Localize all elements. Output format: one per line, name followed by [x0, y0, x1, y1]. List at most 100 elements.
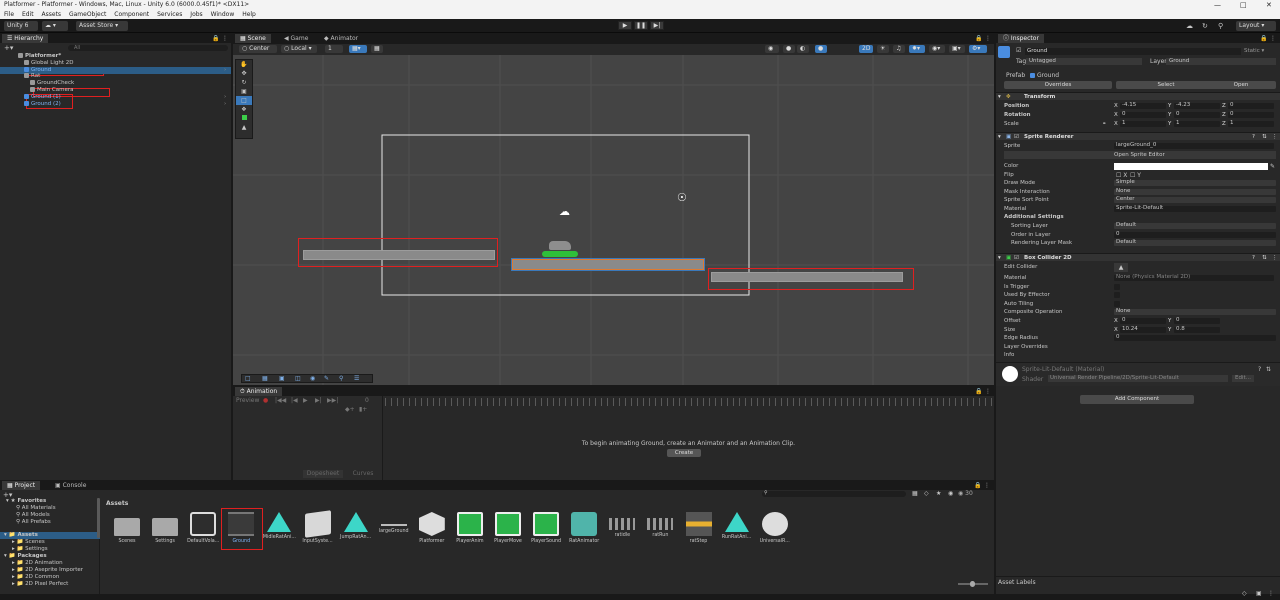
material-field[interactable]: Sprite-Lit-Default — [1114, 205, 1276, 212]
filter-star-icon[interactable]: ★ — [936, 490, 941, 497]
eraser-overlay-icon[interactable]: ◫ — [295, 375, 301, 383]
menu-help[interactable]: Help — [242, 11, 256, 18]
gizmos-icon[interactable]: ⚙▾ — [969, 45, 987, 53]
move-tool-icon[interactable]: ✥ — [236, 69, 252, 78]
asset-item[interactable]: Ground — [224, 512, 258, 544]
tab-scene[interactable]: ▦ Scene — [235, 34, 271, 43]
assets-folder-item[interactable]: ▾ 📁 Assets — [0, 532, 100, 539]
tab-project[interactable]: ▦ Project — [2, 481, 41, 490]
active-checkbox[interactable]: ☑ — [1016, 47, 1021, 54]
preview-label[interactable]: Preview — [236, 397, 259, 404]
filter-label-icon[interactable]: ◇ — [924, 490, 929, 497]
folder-settings[interactable]: ▸ 📁 Settings — [12, 546, 48, 553]
shaded-mode-icon[interactable]: ● — [815, 45, 827, 53]
project-breadcrumb[interactable]: Assets — [106, 500, 128, 507]
layout-dropdown[interactable]: Layout ▾ — [1236, 21, 1276, 31]
prefab-field[interactable]: Ground — [1030, 72, 1059, 79]
layer-overlay-icon[interactable]: ☰ — [354, 375, 359, 383]
minimize-icon[interactable]: — — [1214, 0, 1221, 10]
favorite-all-prefabs[interactable]: ⚲ All Prefabs — [16, 519, 51, 526]
tab-animator[interactable]: ◆ Animator — [319, 34, 363, 43]
add-component-button[interactable]: Add Component — [1080, 395, 1194, 404]
menu-jobs[interactable]: Jobs — [190, 11, 202, 18]
asset-item[interactable]: InputSyste... — [301, 510, 335, 544]
add-keyframe-icon[interactable]: ◆+ — [345, 406, 355, 413]
position-z-field[interactable]: 0 — [1228, 102, 1274, 109]
hand-tool-icon[interactable]: ✋ — [236, 60, 252, 69]
edit-shader-button[interactable]: Edit... — [1232, 375, 1254, 382]
2d-toggle[interactable]: 2D — [859, 45, 873, 53]
visibility-icon[interactable]: ◉▾ — [929, 45, 945, 53]
ground-check-gizmo[interactable] — [542, 251, 578, 257]
size-y-field[interactable]: 0.8 — [1174, 326, 1220, 333]
frame-field[interactable]: 0 — [365, 397, 369, 404]
audio-icon[interactable]: ♫ — [893, 45, 905, 53]
light-gizmo-icon[interactable]: ☁ — [559, 206, 573, 217]
asset-item[interactable]: PlayerAnim — [453, 512, 487, 544]
color-swatch[interactable] — [1114, 163, 1268, 170]
collider-edit-icon[interactable]: ▲ — [236, 123, 252, 132]
asset-item[interactable]: RatAnimator — [567, 512, 601, 544]
size-x-field[interactable]: 10.24 — [1120, 326, 1166, 333]
editor-tool-icon[interactable] — [236, 114, 252, 123]
menu-window[interactable]: Window — [211, 11, 235, 18]
asset-item[interactable]: Settings — [148, 512, 182, 544]
object-name-field[interactable]: Ground — [1025, 48, 1241, 55]
menu-component[interactable]: Component — [114, 11, 149, 18]
overrides-dropdown[interactable]: Overrides — [1004, 81, 1112, 89]
picker-overlay-icon[interactable]: ✎ — [324, 375, 329, 383]
tag-dropdown[interactable]: Untagged — [1026, 58, 1142, 65]
scale-y-field[interactable]: 1 — [1174, 120, 1220, 127]
lock-icon[interactable]: 🔒 — [975, 35, 982, 42]
shader-dropdown[interactable]: Universal Render Pipeline/2D/Sprite-Lit-… — [1048, 375, 1228, 382]
offset-y-field[interactable]: 0 — [1174, 317, 1220, 324]
record-icon[interactable]: ● — [263, 397, 268, 404]
create-animation-button[interactable]: Create — [667, 449, 701, 457]
layer-dropdown[interactable]: Ground — [1166, 58, 1276, 65]
scale-z-field[interactable]: 1 — [1228, 120, 1274, 127]
hierarchy-item[interactable]: Ground (2) › — [0, 100, 231, 108]
draw-mode-dropdown[interactable]: Simple — [1114, 179, 1276, 186]
filter-type-icon[interactable]: ▦ — [912, 490, 918, 497]
constrain-proportions-icon[interactable]: ⚭ — [1102, 121, 1106, 127]
asset-item[interactable]: largeGround — [377, 512, 411, 534]
sort-point-dropdown[interactable]: Center — [1114, 196, 1276, 203]
flip-y-checkbox[interactable]: ☐ Y — [1130, 172, 1141, 179]
play-anim-icon[interactable]: ▶ — [303, 397, 308, 404]
step-button[interactable]: ▶| — [650, 21, 664, 30]
asset-item[interactable]: RunRatAni... — [720, 512, 754, 540]
pivot-dropdown[interactable]: ○ Center ▾ — [239, 45, 277, 60]
orbit-icon[interactable]: ◉ — [765, 45, 779, 53]
cloud-status-icon[interactable]: ☁ — [1186, 22, 1193, 30]
asset-item[interactable]: DefaultVola... — [186, 512, 220, 544]
package-2d-common[interactable]: ▸ 📁 2D Common — [12, 574, 59, 581]
more-icon[interactable]: ⋮ — [1270, 35, 1276, 42]
box-collider-header[interactable]: ▾ ▣ ☑ Box Collider 2D ? ⇅ ⋮ — [996, 253, 1280, 261]
preset-icon[interactable]: ⇅ — [1262, 133, 1267, 141]
lock-icon[interactable]: 🔒 — [975, 388, 982, 395]
package-2d-aseprite[interactable]: ▸ 📁 2D Aseprite Importer — [12, 567, 83, 574]
more-icon[interactable]: ⋮ — [984, 482, 990, 489]
ground-platform-selected[interactable] — [512, 259, 704, 270]
history-icon[interactable]: ↻ — [1202, 22, 1208, 30]
more-icon[interactable]: ⋮ — [1268, 590, 1274, 597]
asset-item[interactable]: PlayerSound — [529, 512, 563, 544]
rotation-x-field[interactable]: 0 — [1120, 111, 1166, 118]
tiling-checkbox[interactable] — [1114, 301, 1120, 307]
rect-tool-icon[interactable]: □ — [236, 96, 252, 105]
grid-size-field[interactable]: 1 — [325, 45, 343, 53]
cloud-button[interactable]: ☁ ▾ — [42, 21, 68, 31]
position-x-field[interactable]: -4.15 — [1120, 102, 1166, 109]
asset-item[interactable]: UniversalR... — [758, 512, 792, 544]
eye-icon[interactable]: ◉ — [948, 490, 953, 497]
asset-bundle-icon[interactable]: ▣ — [1256, 590, 1262, 597]
scene-viewport[interactable]: ☁ ☉ ✋ ✥ ↻ ▣ □ ❖ ▲ □ ▦ ▣ ◫ ◉ ✎ ⚲ ☰ — [233, 55, 994, 385]
rat-sprite[interactable] — [549, 241, 571, 250]
static-toggle[interactable]: Static ▾ — [1244, 48, 1274, 55]
asset-item[interactable]: ratStep — [682, 512, 716, 544]
menu-services[interactable]: Services — [157, 11, 182, 18]
menu-gameobject[interactable]: GameObject — [69, 11, 106, 18]
rect-overlay-icon[interactable]: □ — [245, 375, 251, 383]
shading-icon[interactable]: ● — [783, 45, 795, 53]
search-icon[interactable]: ⚲ — [1218, 22, 1223, 30]
